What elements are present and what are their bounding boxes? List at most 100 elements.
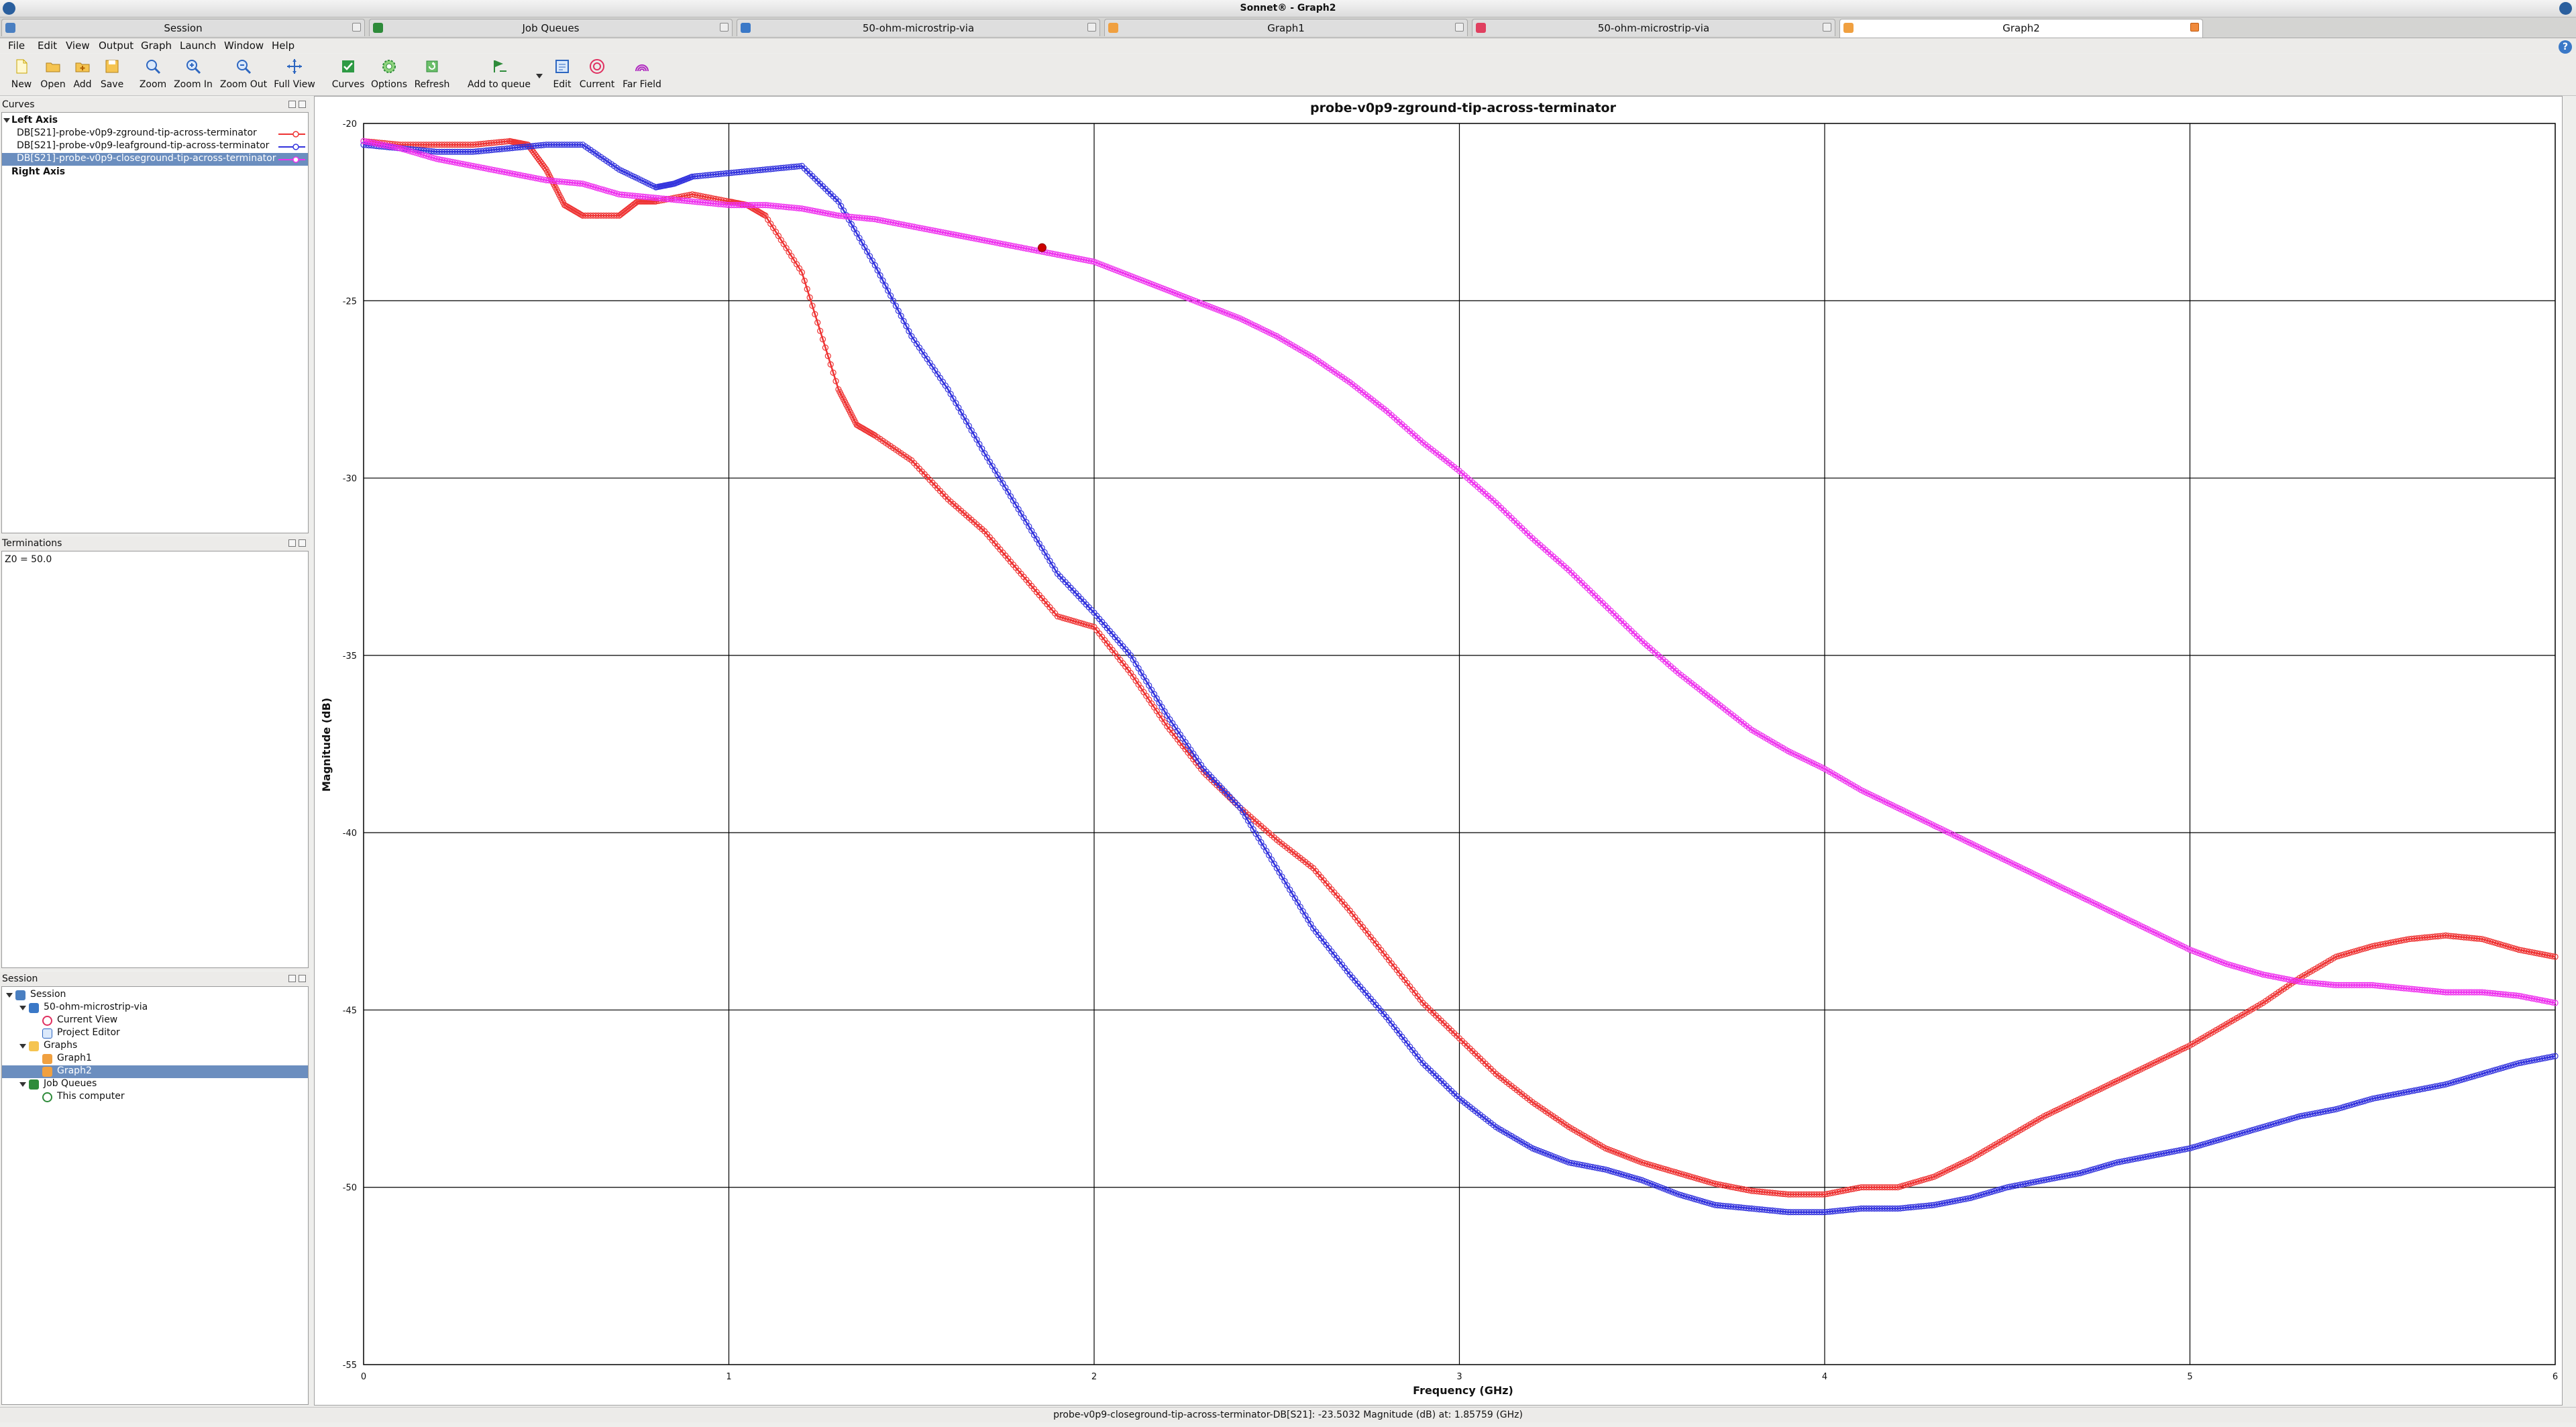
curves-button[interactable]: Curves	[331, 56, 365, 94]
y-tick-label: -55	[343, 1361, 357, 1371]
chevron-down-icon[interactable]	[19, 1044, 26, 1049]
float-panel-icon[interactable]	[288, 101, 296, 108]
window-menu-icon[interactable]	[2559, 2, 2572, 15]
computer-check-icon	[42, 1092, 52, 1102]
curve-item-leafground[interactable]: DB[S21]-probe-v0p9-leafground-tip-across…	[2, 140, 308, 153]
tab-graph1[interactable]: Graph1	[1104, 19, 1468, 36]
graph-icon	[42, 1067, 52, 1077]
current-view-icon	[42, 1016, 52, 1026]
chevron-down-icon[interactable]	[6, 993, 13, 998]
float-panel-icon[interactable]	[288, 539, 296, 547]
x-axis-label: Frequency (GHz)	[1413, 1384, 1513, 1397]
x-tick-label: 0	[361, 1372, 366, 1382]
tab-label: Session	[164, 22, 203, 34]
selected-point-marker[interactable]	[1037, 243, 1046, 252]
left-axis-node[interactable]: Left Axis	[3, 115, 308, 127]
zoom-in-button[interactable]: Zoom In	[173, 56, 213, 94]
menu-output[interactable]: Output	[99, 40, 133, 52]
new-button[interactable]: New	[8, 56, 35, 94]
tab-session[interactable]: Session	[1, 19, 365, 36]
terminations-panel-title: Terminations	[2, 538, 62, 549]
graph-view[interactable]: probe-v0p9-zground-tip-across-terminator…	[314, 96, 2563, 1406]
close-panel-icon[interactable]	[299, 101, 306, 108]
curves-panel-header: Curves	[0, 98, 310, 111]
options-button[interactable]: Options	[370, 56, 408, 94]
menu-help[interactable]: Help	[272, 40, 294, 52]
current-button[interactable]: Current	[578, 56, 616, 94]
edit-button[interactable]: Edit	[550, 56, 574, 94]
add-to-queue-button[interactable]: Add to queue	[467, 56, 531, 94]
zoom-button[interactable]: Zoom	[138, 56, 168, 94]
curves-label: Curves	[331, 79, 365, 90]
far-field-icon	[635, 64, 649, 72]
menu-view[interactable]: View	[66, 40, 90, 52]
tree-node-project[interactable]: 50-ohm-microstrip-via	[2, 1002, 308, 1014]
x-tick-label: 3	[1456, 1372, 1462, 1382]
new-label: New	[11, 79, 32, 90]
add-button[interactable]: Add	[70, 56, 95, 94]
full-view-label: Full View	[274, 79, 315, 90]
tree-node-project-editor[interactable]: Project Editor	[2, 1027, 308, 1040]
full-view-button[interactable]: Full View	[271, 56, 318, 94]
close-icon[interactable]	[352, 23, 361, 32]
tab-job-queues[interactable]: Job Queues	[369, 19, 733, 36]
refresh-button[interactable]: Refresh	[413, 56, 451, 94]
x-tick-label: 2	[1091, 1372, 1097, 1382]
help-icon[interactable]: ?	[2559, 40, 2572, 54]
close-icon[interactable]	[1087, 23, 1096, 32]
status-text: probe-v0p9-closeground-tip-across-termin…	[1053, 1410, 1523, 1420]
menu-launch[interactable]: Launch	[180, 40, 216, 52]
tab-project[interactable]: 50-ohm-microstrip-via	[737, 19, 1100, 36]
tab-graph2[interactable]: Graph2	[1839, 19, 2203, 38]
tree-node-current-view[interactable]: Current View	[2, 1014, 308, 1027]
curve-item-closeground[interactable]: DB[S21]-probe-v0p9-closeground-tip-acros…	[2, 153, 308, 166]
close-panel-icon[interactable]	[299, 539, 306, 547]
tree-node-graph1[interactable]: Graph1	[2, 1053, 308, 1065]
window-title: Sonnet® - Graph2	[1240, 3, 1336, 13]
chevron-down-icon[interactable]	[3, 118, 10, 123]
y-tick-label: -20	[343, 119, 357, 129]
tab-current-view[interactable]: 50-ohm-microstrip-via	[1472, 19, 1835, 36]
tree-node-graphs[interactable]: Graphs	[2, 1040, 308, 1053]
menu-graph[interactable]: Graph	[141, 40, 172, 52]
y-tick-label: -30	[343, 474, 357, 484]
tree-node-session[interactable]: Session	[2, 989, 308, 1002]
menu-edit[interactable]: Edit	[38, 40, 57, 52]
open-button[interactable]: Open	[39, 56, 67, 94]
tree-label: Graph1	[57, 1053, 92, 1063]
add-folder-icon	[75, 62, 90, 72]
edit-icon	[555, 60, 569, 73]
refresh-icon	[426, 60, 438, 72]
tab-label: 50-ohm-microstrip-via	[862, 22, 975, 34]
curve-legend-icon	[278, 156, 305, 163]
tree-node-this-computer[interactable]: This computer	[2, 1091, 308, 1104]
tree-node-job-queues[interactable]: Job Queues	[2, 1078, 308, 1091]
right-axis-node[interactable]: Right Axis	[11, 166, 308, 179]
menu-file[interactable]: File	[8, 40, 25, 52]
curve-label: DB[S21]-probe-v0p9-closeground-tip-acros…	[17, 153, 276, 164]
float-panel-icon[interactable]	[288, 975, 296, 982]
add-to-queue-dropdown[interactable]	[534, 56, 545, 94]
chevron-down-icon[interactable]	[19, 1082, 26, 1087]
session-panel-title: Session	[2, 973, 38, 984]
zoom-label: Zoom	[139, 79, 167, 90]
tab-label: 50-ohm-microstrip-via	[1597, 22, 1710, 34]
window-titlebar: Sonnet® - Graph2	[0, 0, 2576, 17]
close-icon[interactable]	[1455, 23, 1464, 32]
zoom-out-button[interactable]: Zoom Out	[219, 56, 268, 94]
menu-window[interactable]: Window	[224, 40, 264, 52]
y-tick-label: -25	[343, 297, 357, 307]
save-button[interactable]: Save	[98, 56, 126, 94]
curve-item-zground[interactable]: DB[S21]-probe-v0p9-zground-tip-across-te…	[2, 127, 308, 140]
close-icon[interactable]	[720, 23, 729, 32]
close-icon[interactable]	[1823, 23, 1831, 32]
graph-icon	[42, 1054, 52, 1064]
close-icon[interactable]	[2190, 23, 2199, 32]
graph-plot[interactable]: probe-v0p9-zground-tip-across-terminator…	[315, 97, 2562, 1405]
graph-icon	[1108, 23, 1118, 33]
tree-node-graph2[interactable]: Graph2	[2, 1065, 308, 1078]
chevron-down-icon[interactable]	[19, 1006, 26, 1010]
close-panel-icon[interactable]	[299, 975, 306, 982]
far-field-button[interactable]: Far Field	[621, 56, 663, 94]
graph-icon	[1843, 23, 1854, 33]
